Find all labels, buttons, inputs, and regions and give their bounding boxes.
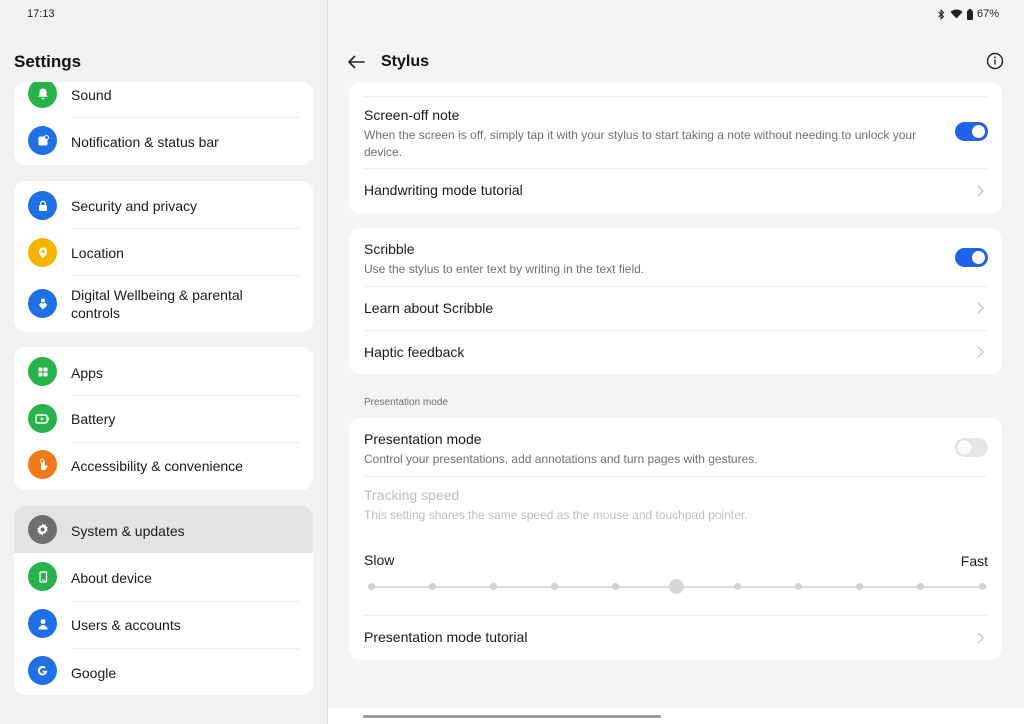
- slider-step-dot: [367, 583, 375, 590]
- wifi-icon: [950, 9, 963, 19]
- presentation-mode-subtitle: Control your presentations, add annotati…: [364, 452, 758, 466]
- tracking-speed-subtitle: This setting shares the same speed as th…: [364, 508, 748, 522]
- tracking-speed-row: Tracking speed This setting shares the s…: [349, 477, 1002, 617]
- slider-step-dot: [611, 583, 619, 590]
- notification-icon: [28, 126, 57, 155]
- tracking-speed-title: Tracking speed: [364, 487, 460, 503]
- sidebar-item-label: Sound: [71, 87, 112, 103]
- presentation-mode-title: Presentation mode: [364, 431, 482, 447]
- slider-thumb[interactable]: [669, 579, 684, 594]
- sidebar-item-battery[interactable]: Battery: [14, 396, 313, 442]
- scribble-subtitle: Use the stylus to enter text by writing …: [364, 262, 645, 276]
- settings-group-2: Security and privacy Location Digital We…: [14, 181, 313, 332]
- sidebar-item-google[interactable]: Google: [14, 649, 313, 695]
- gear-icon: [28, 515, 57, 544]
- back-arrow-icon: [348, 55, 365, 69]
- location-pin-icon: [28, 238, 57, 267]
- gesture-home-bar[interactable]: [363, 715, 661, 718]
- scribble-card: Scribble Use the stylus to enter text by…: [349, 228, 1002, 374]
- presentation-mode-toggle[interactable]: [955, 438, 988, 457]
- google-icon: [28, 656, 57, 685]
- hand-icon: [28, 450, 57, 479]
- chevron-right-icon: [977, 632, 984, 644]
- sidebar-item-security-privacy[interactable]: Security and privacy: [14, 181, 313, 228]
- wellbeing-icon: [28, 289, 57, 318]
- bluetooth-icon: [938, 8, 945, 20]
- sidebar-item-label: Battery: [71, 411, 116, 427]
- settings-title: Settings: [14, 52, 82, 71]
- device-icon: [28, 562, 57, 591]
- sidebar-item-location[interactable]: Location: [14, 229, 313, 275]
- slider-max-label: Fast: [960, 553, 988, 569]
- presentation-card: Presentation mode Control your presentat…: [349, 418, 1002, 660]
- learn-scribble-label: Learn about Scribble: [364, 300, 494, 316]
- battery-percentage: 67%: [976, 8, 999, 20]
- screen-off-note-title: Screen-off note: [364, 107, 460, 123]
- handwriting-tutorial-label: Handwriting mode tutorial: [364, 182, 523, 198]
- screen-off-note-toggle[interactable]: [955, 122, 988, 141]
- sidebar-item-label: About device: [71, 570, 152, 586]
- sidebar-item-label: Digital Wellbeing & parental controls: [71, 287, 243, 321]
- settings-group-1: Sound Notification & status bar: [14, 82, 313, 165]
- scribble-toggle[interactable]: [955, 248, 988, 267]
- tracking-speed-slider[interactable]: [367, 579, 986, 594]
- apps-grid-icon: [28, 357, 57, 386]
- learn-scribble-row[interactable]: Learn about Scribble: [349, 287, 1002, 330]
- slider-min-label: Slow: [364, 552, 395, 568]
- sidebar-item-about-device[interactable]: About device: [14, 554, 313, 601]
- presentation-tutorial-label: Presentation mode tutorial: [364, 629, 528, 645]
- settings-group-3: Apps Battery Accessibility & convenience: [14, 347, 313, 490]
- sidebar-item-label: Google: [71, 665, 117, 681]
- lock-icon: [28, 191, 57, 220]
- presentation-tutorial-row[interactable]: Presentation mode tutorial: [349, 616, 1002, 660]
- info-icon: [986, 52, 1004, 70]
- slider-step-dot: [550, 583, 558, 590]
- scribble-row[interactable]: Scribble Use the stylus to enter text by…: [349, 228, 1002, 286]
- info-button[interactable]: [986, 52, 1004, 70]
- sidebar-item-accessibility[interactable]: Accessibility & convenience: [14, 443, 313, 490]
- scribble-title: Scribble: [364, 241, 415, 257]
- user-icon: [28, 609, 57, 638]
- presentation-mode-row[interactable]: Presentation mode Control your presentat…: [349, 418, 1002, 476]
- chevron-right-icon: [977, 346, 984, 358]
- screen-off-note-card: Screen-off note When the screen is off, …: [349, 83, 1002, 213]
- sidebar-item-label: Security and privacy: [71, 198, 198, 214]
- sidebar-item-label: System & updates: [71, 523, 185, 539]
- chevron-right-icon: [977, 302, 984, 314]
- sidebar-item-label: Location: [71, 245, 124, 261]
- slider-step-dot: [489, 583, 497, 590]
- sidebar-item-label: Users & accounts: [71, 617, 181, 633]
- screen-off-note-subtitle: When the screen is off, simply tap it wi…: [364, 128, 917, 159]
- sidebar-item-notification-status-bar[interactable]: Notification & status bar: [14, 118, 313, 165]
- handwriting-tutorial-row[interactable]: Handwriting mode tutorial: [349, 169, 1002, 213]
- screen-off-note-row[interactable]: Screen-off note When the screen is off, …: [349, 97, 1002, 167]
- haptic-feedback-label: Haptic feedback: [364, 344, 465, 360]
- sidebar-item-digital-wellbeing[interactable]: Digital Wellbeing & parental controls: [14, 276, 313, 332]
- stylus-settings-pane: 67% Stylus Screen-off note When the scre…: [328, 0, 1024, 724]
- status-time: 17:13: [27, 8, 55, 20]
- slider-step-dot: [428, 583, 436, 590]
- section-header-presentation: Presentation mode: [364, 397, 448, 408]
- status-indicators: 67%: [937, 8, 999, 20]
- back-button[interactable]: [346, 52, 366, 72]
- battery-status-icon: [966, 8, 973, 20]
- settings-group-4: System & updates About device Users & ac…: [14, 506, 313, 695]
- sidebar-item-users-accounts[interactable]: Users & accounts: [14, 602, 313, 648]
- settings-sidebar: 17:13 Settings Sound Notification & stat…: [0, 0, 327, 724]
- page-title: Stylus: [381, 53, 430, 70]
- haptic-feedback-row[interactable]: Haptic feedback: [349, 331, 1002, 374]
- battery-icon: [28, 404, 57, 433]
- slider-step-dot: [978, 583, 986, 590]
- sidebar-item-label: Notification & status bar: [71, 134, 219, 150]
- sidebar-item-apps[interactable]: Apps: [14, 347, 313, 395]
- sidebar-item-sound[interactable]: Sound: [14, 82, 313, 108]
- sidebar-item-label: Apps: [71, 365, 103, 381]
- chevron-right-icon: [977, 185, 984, 197]
- sidebar-item-label: Accessibility & convenience: [71, 458, 243, 474]
- bell-icon: [28, 82, 57, 108]
- sidebar-item-system-updates[interactable]: System & updates: [14, 506, 313, 553]
